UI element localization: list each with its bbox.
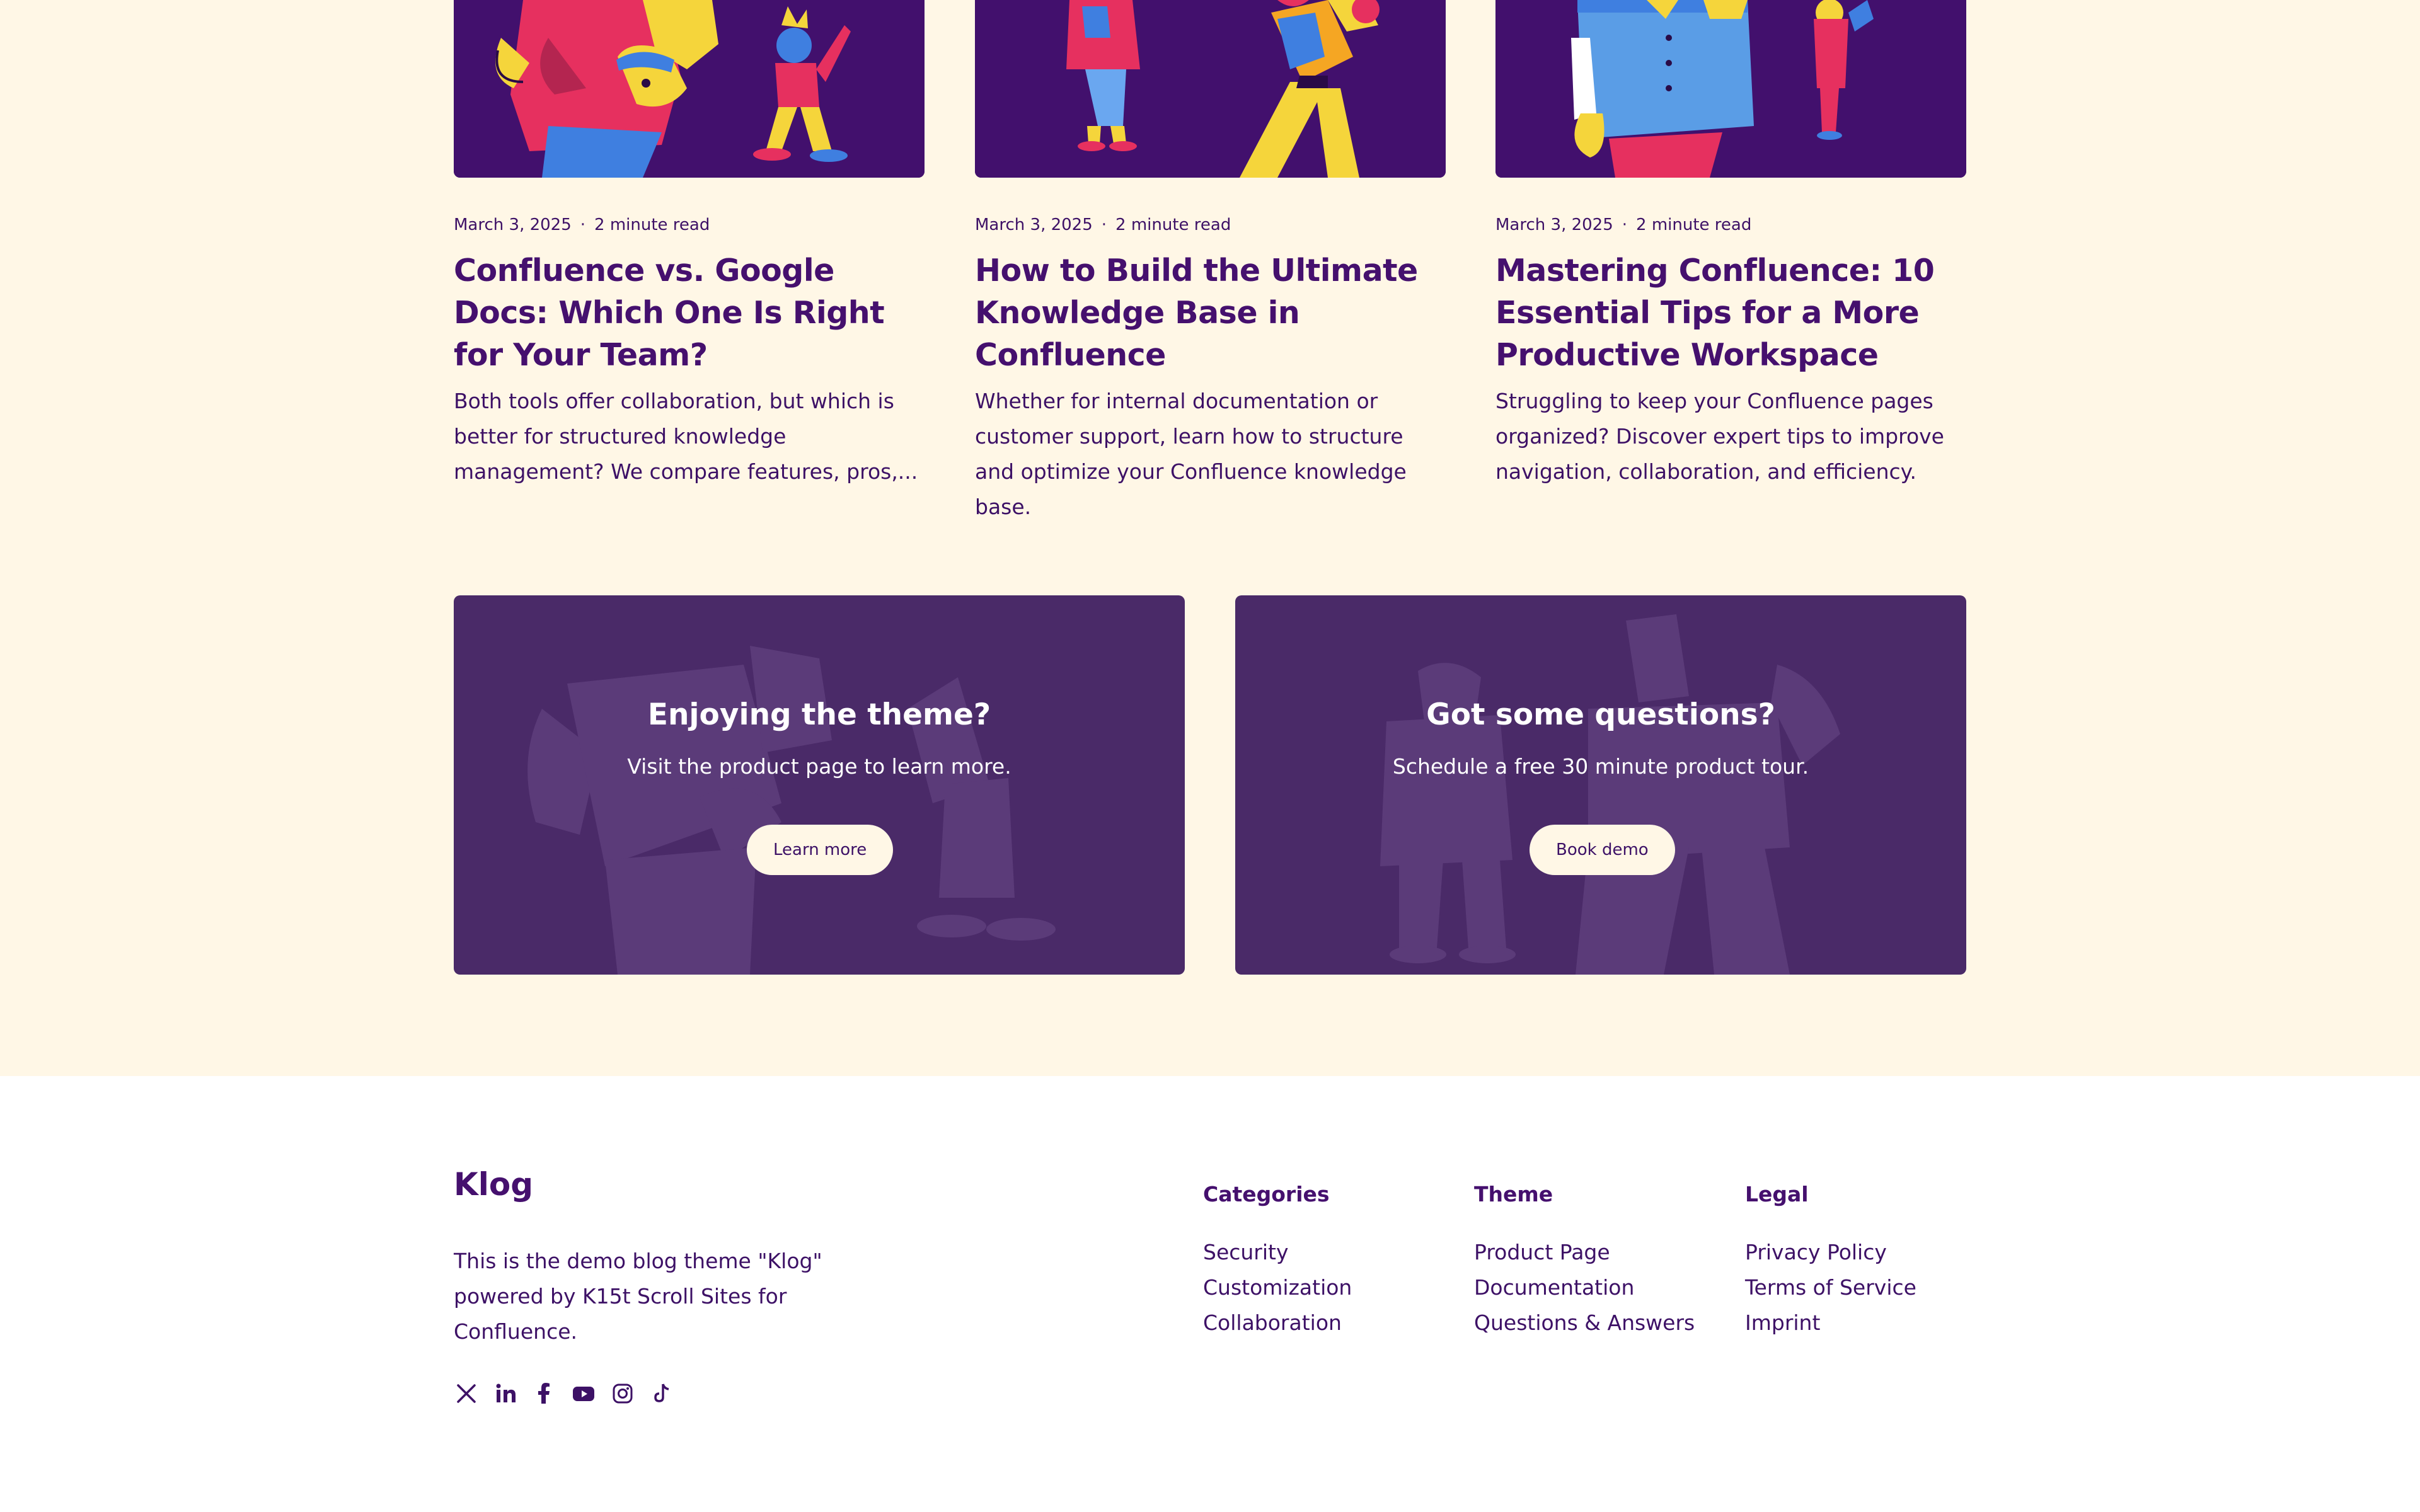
footer-link-product-page[interactable]: Product Page (1474, 1235, 1695, 1270)
footer-column-title: Categories (1203, 1182, 1330, 1206)
footer-column-theme: Theme Product Page Documentation Questio… (1474, 1181, 1695, 1341)
footer-link-terms-of-service[interactable]: Terms of Service (1745, 1270, 1916, 1305)
blog-page: March 3, 2025 · 2 minute read Confluence… (0, 0, 2420, 1512)
book-demo-button[interactable]: Book demo (1530, 825, 1675, 875)
article-meta: March 3, 2025 · 2 minute read (1495, 214, 1966, 236)
article-excerpt: Whether for internal documentation or cu… (975, 389, 1407, 519)
article-title[interactable]: How to Build the Ultimate Knowledge Base… (975, 249, 1446, 376)
footer-column-categories: Categories Security Customization Collab… (1203, 1181, 1352, 1341)
footer-link-documentation[interactable]: Documentation (1474, 1270, 1695, 1305)
footer-link-questions-answers[interactable]: Questions & Answers (1474, 1305, 1695, 1341)
background-illustration (1380, 614, 1840, 975)
article-title[interactable]: Confluence vs. Google Docs: Which One Is… (454, 249, 925, 376)
social-links (454, 1381, 674, 1406)
cta-title: Enjoying the theme? (647, 697, 991, 732)
article-read-time: 2 minute read (594, 215, 710, 234)
article-date: March 3, 2025 (1495, 215, 1613, 234)
instagram-icon[interactable] (610, 1381, 635, 1406)
cta-title: Got some questions? (1426, 697, 1775, 732)
meta-separator: · (1622, 215, 1628, 234)
article-date: March 3, 2025 (454, 215, 572, 234)
article-illustration[interactable] (454, 0, 925, 178)
article-meta: March 3, 2025 · 2 minute read (454, 214, 925, 236)
article-read-time: 2 minute read (1636, 215, 1752, 234)
footer-column-title: Theme (1474, 1182, 1553, 1206)
article-read-time: 2 minute read (1115, 215, 1231, 234)
cta-book-demo: Got some questions? Schedule a free 30 m… (1235, 595, 1966, 975)
cta-product-page: Enjoying the theme? Visit the product pa… (454, 595, 1185, 975)
x-icon[interactable] (454, 1381, 479, 1406)
footer-link-security[interactable]: Security (1203, 1235, 1352, 1270)
meta-separator: · (580, 215, 586, 234)
footer: Klog This is the demo blog theme "Klog" … (0, 1076, 2420, 1512)
footer-link-privacy-policy[interactable]: Privacy Policy (1745, 1235, 1916, 1270)
footer-link-customization[interactable]: Customization (1203, 1270, 1352, 1305)
article-illustration[interactable] (1495, 0, 1966, 178)
characters-illustration (454, 0, 925, 178)
learn-more-button[interactable]: Learn more (747, 825, 894, 875)
footer-brand[interactable]: Klog (454, 1164, 533, 1205)
footer-link-imprint[interactable]: Imprint (1745, 1305, 1916, 1341)
youtube-icon[interactable] (571, 1381, 596, 1406)
background-illustration (527, 646, 1056, 975)
article-title[interactable]: Mastering Confluence: 10 Essential Tips … (1495, 249, 1966, 376)
article-card[interactable]: March 3, 2025 · 2 minute read Mastering … (1495, 0, 1966, 490)
tiktok-icon[interactable] (649, 1381, 674, 1406)
article-card[interactable]: March 3, 2025 · 2 minute read How to Bui… (975, 0, 1446, 525)
article-card[interactable]: March 3, 2025 · 2 minute read Confluence… (454, 0, 925, 490)
footer-column-title: Legal (1745, 1182, 1809, 1206)
article-date: March 3, 2025 (975, 215, 1093, 234)
content-section: March 3, 2025 · 2 minute read Confluence… (0, 0, 2420, 1076)
meta-separator: · (1101, 215, 1107, 234)
footer-description: This is the demo blog theme "Klog" power… (454, 1249, 822, 1344)
article-excerpt: Struggling to keep your Confluence pages… (1495, 389, 1944, 484)
facebook-icon[interactable] (532, 1381, 557, 1406)
footer-column-legal: Legal Privacy Policy Terms of Service Im… (1745, 1181, 1916, 1341)
article-meta: March 3, 2025 · 2 minute read (975, 214, 1446, 236)
footer-link-collaboration[interactable]: Collaboration (1203, 1305, 1352, 1341)
article-illustration[interactable] (975, 0, 1446, 178)
cta-text: Visit the product page to learn more. (627, 754, 1011, 779)
cta-text: Schedule a free 30 minute product tour. (1392, 754, 1809, 779)
characters-illustration (1495, 0, 1966, 178)
article-excerpt: Both tools offer collaboration, but whic… (454, 389, 918, 484)
characters-illustration (975, 0, 1446, 178)
linkedin-icon[interactable] (493, 1381, 518, 1406)
